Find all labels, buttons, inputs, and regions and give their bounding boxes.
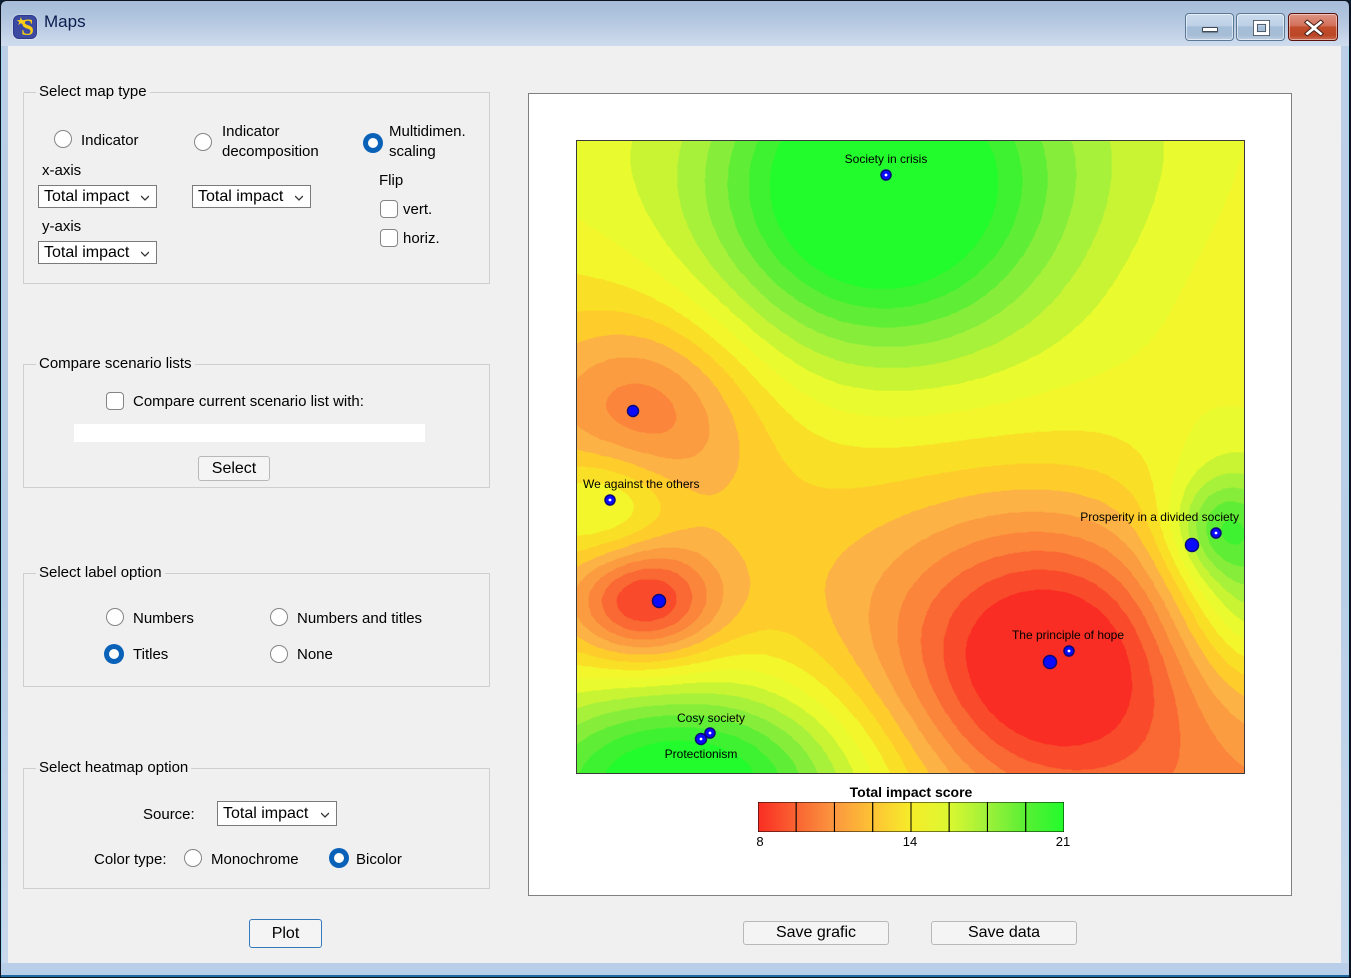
svg-text:We against the others: We against the others	[583, 477, 700, 491]
svg-text:Prosperity in a divided societ: Prosperity in a divided society	[1080, 510, 1239, 524]
svg-text:Society in crisis: Society in crisis	[845, 152, 928, 166]
svg-text:Cosy society: Cosy society	[677, 711, 745, 725]
svg-text:Protectionism: Protectionism	[665, 747, 738, 761]
svg-text:The principle of hope: The principle of hope	[1012, 628, 1124, 642]
